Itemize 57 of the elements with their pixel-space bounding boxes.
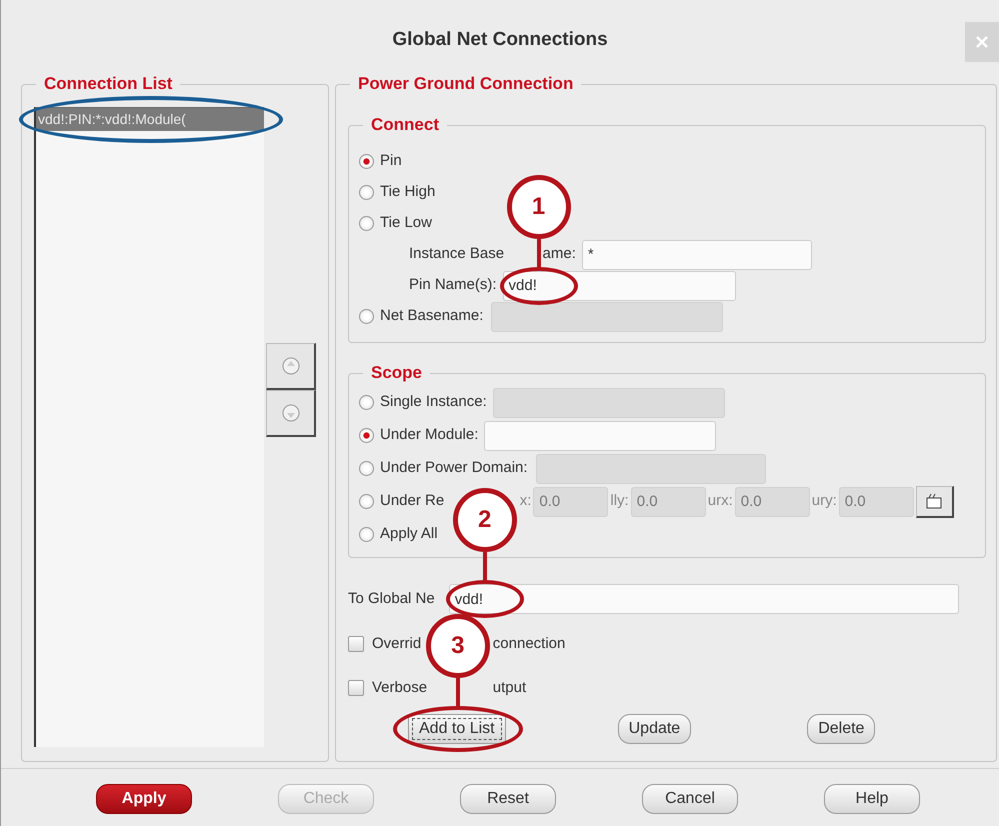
- move-down-button[interactable]: [266, 390, 316, 437]
- field-label: Pin Name(s):: [409, 275, 497, 296]
- radio-button[interactable]: [359, 154, 374, 169]
- radio-button[interactable]: [359, 461, 374, 476]
- text-field[interactable]: [492, 388, 725, 418]
- option-label: Net Basename:: [380, 306, 484, 326]
- radio-button[interactable]: [359, 428, 374, 443]
- radio-button[interactable]: [359, 527, 374, 542]
- close-icon: [975, 35, 989, 49]
- box-icon: [924, 491, 944, 511]
- move-up-button[interactable]: [266, 343, 316, 390]
- checkbox[interactable]: [348, 680, 364, 696]
- list-item[interactable]: vdd!:PIN:*:vdd!:Module(: [36, 108, 264, 131]
- callout-number: 1: [506, 174, 571, 238]
- field-label: To Global Ne: [348, 588, 435, 609]
- field-label: Instance Base: [409, 244, 504, 264]
- action-button[interactable]: Delete: [807, 714, 876, 744]
- text-field[interactable]: vdd!: [502, 270, 736, 300]
- radio-button[interactable]: [359, 185, 374, 200]
- radio-button[interactable]: [359, 309, 374, 324]
- checkbox-label: Verbose: [372, 678, 428, 698]
- option-label: Under Module:: [380, 425, 478, 446]
- checkbox-label: utput: [492, 678, 526, 698]
- footer-button[interactable]: Reset: [460, 784, 556, 814]
- action-button[interactable]: Update: [618, 714, 692, 744]
- region-select-button[interactable]: [916, 486, 954, 518]
- option-label: Apply All: [380, 524, 438, 544]
- callout-number: 2: [452, 488, 517, 552]
- field-label: ury:: [812, 491, 837, 512]
- field-label: x:: [520, 491, 532, 512]
- option-label: Tie High: [380, 182, 436, 202]
- option-label: Single Instance:: [380, 392, 487, 412]
- radio-button[interactable]: [359, 494, 374, 509]
- footer-button[interactable]: Apply: [96, 784, 192, 814]
- field-label: urx:: [708, 491, 733, 512]
- footer-button[interactable]: Help: [824, 784, 920, 814]
- option-label: Under Power Domain:: [380, 458, 528, 478]
- text-field[interactable]: vdd!: [448, 584, 959, 614]
- action-button[interactable]: Add to List: [408, 714, 506, 744]
- field-label: lly:: [610, 491, 629, 512]
- callout-number: 3: [426, 614, 490, 678]
- checkbox-label: connection: [492, 634, 566, 654]
- option-label: Tie Low: [380, 213, 432, 234]
- close-button[interactable]: [965, 22, 999, 62]
- radio-button[interactable]: [359, 216, 374, 231]
- option-label: Under Re: [380, 491, 444, 512]
- checkbox-label: Overrid: [372, 634, 422, 654]
- field-label: ame:: [542, 244, 576, 264]
- text-field[interactable]: [484, 420, 716, 450]
- text-field[interactable]: *: [582, 240, 812, 270]
- option-label: Pin: [380, 151, 402, 172]
- text-field[interactable]: [491, 302, 724, 332]
- text-field[interactable]: [536, 454, 766, 484]
- checkbox[interactable]: [348, 636, 364, 652]
- radio-button[interactable]: [359, 395, 374, 410]
- footer-button[interactable]: Cancel: [642, 784, 738, 814]
- window-title: Global Net Connections: [391, 28, 609, 52]
